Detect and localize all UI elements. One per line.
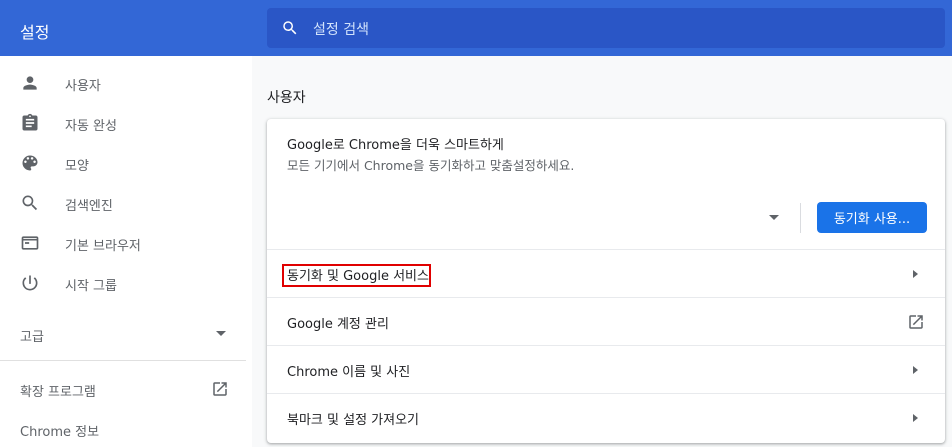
people-card: Google로 Chrome을 더욱 스마트하게 모든 기기에서 Chrome을… [267, 119, 945, 443]
chevron-right-icon [913, 270, 918, 278]
sidebar-divider [0, 360, 246, 361]
sync-promo-title: Google로 Chrome을 더욱 스마트하게 [287, 138, 504, 153]
search-bar[interactable]: 설정 검색 [267, 8, 945, 48]
row-chrome-name-picture[interactable]: Chrome 이름 및 사진 [267, 345, 945, 393]
chevron-right-icon [913, 414, 918, 422]
sidebar-item-search-engine[interactable]: 검색엔진 [0, 184, 252, 224]
chevron-right-icon [913, 366, 918, 374]
top-bar: 설정 설정 검색 [0, 0, 952, 56]
sidebar: 사용자 자동 완성 모양 검색엔진 기본 브라우저 시작 그룹 고급 확장 프로… [0, 56, 252, 447]
account-dropdown-icon[interactable] [769, 215, 779, 220]
sidebar-item-label: 기본 브라우저 [65, 239, 141, 254]
sidebar-advanced-toggle[interactable]: 고급 [0, 314, 246, 354]
sidebar-item-about-chrome[interactable]: Chrome 정보 [20, 421, 99, 440]
open-in-new-icon [213, 382, 227, 396]
row-label: 북마크 및 설정 가져오기 [287, 413, 419, 428]
row-import-bookmarks-settings[interactable]: 북마크 및 설정 가져오기 [267, 393, 945, 441]
sidebar-item-extensions[interactable]: 확장 프로그램 [0, 369, 246, 407]
chevron-down-icon [216, 331, 226, 336]
sidebar-item-label: 사용자 [65, 79, 101, 94]
sidebar-item-autofill[interactable]: 자동 완성 [0, 104, 252, 144]
row-manage-google-account[interactable]: Google 계정 관리 [267, 297, 945, 345]
row-label: Chrome 이름 및 사진 [287, 365, 411, 380]
sidebar-item-label: 자동 완성 [65, 119, 117, 134]
row-label: Google 계정 관리 [287, 317, 389, 332]
section-title: 사용자 [267, 90, 306, 106]
sync-promo-subtitle: 모든 기기에서 Chrome을 동기화하고 맞춤설정하세요. [287, 158, 575, 173]
sidebar-item-appearance[interactable]: 모양 [0, 144, 252, 184]
sidebar-item-on-startup[interactable]: 시작 그룹 [0, 264, 252, 304]
sidebar-item-label: 모양 [65, 159, 89, 174]
turn-on-sync-button[interactable]: 동기화 사용... [817, 202, 927, 233]
sidebar-item-default-browser[interactable]: 기본 브라우저 [0, 224, 252, 264]
sidebar-item-label: 시작 그룹 [65, 279, 117, 294]
row-sync-google-services[interactable]: 동기화 및 Google 서비스 [267, 249, 945, 297]
search-icon [22, 195, 38, 211]
search-icon [283, 21, 297, 35]
open-in-new-icon [909, 315, 923, 329]
app-title: 설정 [20, 23, 50, 42]
search-input[interactable]: 설정 검색 [313, 19, 369, 39]
palette-icon [22, 155, 38, 171]
sidebar-item-people[interactable]: 사용자 [0, 64, 252, 104]
power-icon [22, 275, 38, 291]
clipboard-icon [22, 113, 38, 131]
person-icon [23, 76, 37, 90]
vertical-separator [800, 203, 801, 233]
extensions-label: 확장 프로그램 [20, 385, 96, 400]
sidebar-item-label: 검색엔진 [65, 199, 113, 214]
highlight-box [282, 264, 431, 287]
browser-icon [21, 236, 39, 250]
advanced-label: 고급 [20, 330, 44, 345]
